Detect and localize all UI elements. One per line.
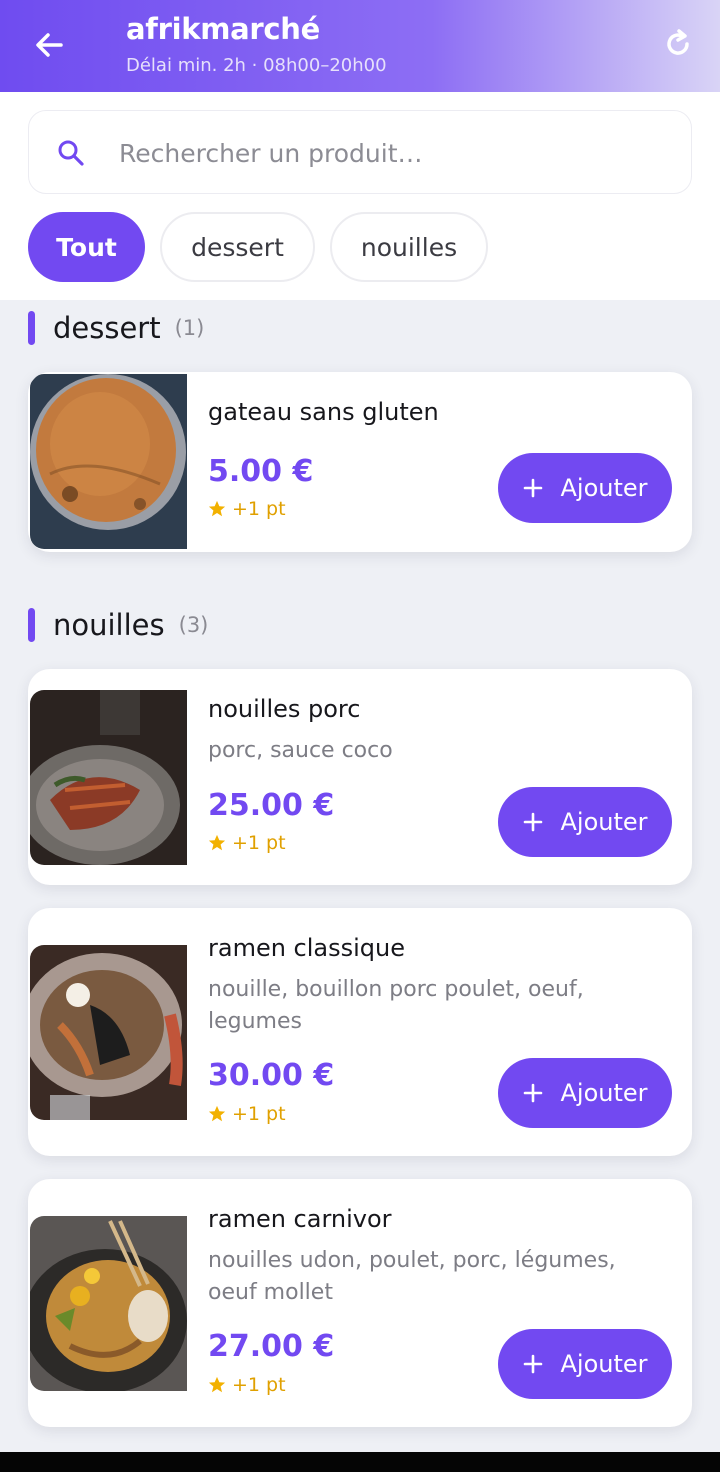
add-to-cart-button[interactable]: Ajouter (498, 787, 672, 857)
store-hours: Délai min. 2h · 08h00–20h00 (126, 55, 387, 76)
product-card[interactable]: nouilles porc porc, sauce coco 25.00 € +… (28, 669, 692, 885)
search-input[interactable] (119, 131, 659, 175)
search-icon (58, 140, 84, 166)
add-button-label: Ajouter (560, 1350, 648, 1378)
section-accent-bar (28, 311, 35, 345)
product-price: 27.00 € (208, 1329, 335, 1364)
loyalty-points: +1 pt (208, 1103, 286, 1125)
product-description: nouille, bouillon porc poulet, oeuf, leg… (208, 977, 584, 1034)
product-card[interactable]: ramen carnivor nouilles udon, poulet, po… (28, 1179, 692, 1427)
product-description: porc, sauce coco (208, 738, 393, 763)
section-header-dessert: dessert (1) (28, 308, 204, 348)
refresh-icon (667, 29, 689, 55)
section-count: (1) (174, 316, 205, 340)
loyalty-points: +1 pt (208, 832, 286, 854)
points-label: +1 pt (232, 498, 286, 520)
section-count: (3) (178, 613, 209, 637)
product-price: 30.00 € (208, 1058, 335, 1093)
search-bar[interactable] (28, 110, 692, 194)
points-label: +1 pt (232, 832, 286, 854)
add-button-label: Ajouter (560, 474, 648, 502)
add-button-label: Ajouter (560, 808, 648, 836)
section-accent-bar (28, 608, 35, 642)
star-icon (208, 1105, 226, 1122)
section-title: nouilles (53, 608, 165, 642)
filter-chip-nouilles[interactable]: nouilles (330, 212, 488, 282)
product-name: ramen carnivor (208, 1205, 392, 1233)
points-label: +1 pt (232, 1374, 286, 1396)
back-button[interactable] (26, 22, 72, 68)
back-arrow-icon (36, 33, 63, 57)
section-title: dessert (53, 311, 161, 345)
product-name: nouilles porc (208, 695, 361, 723)
product-name: gateau sans gluten (208, 398, 439, 426)
star-icon (208, 1376, 226, 1393)
product-price: 25.00 € (208, 788, 335, 823)
add-button-label: Ajouter (560, 1079, 648, 1107)
plus-icon (524, 478, 543, 498)
filter-chip-dessert[interactable]: dessert (160, 212, 315, 282)
add-to-cart-button[interactable]: Ajouter (498, 1329, 672, 1399)
plus-icon (524, 812, 543, 832)
product-price: 5.00 € (208, 454, 314, 489)
product-description: nouilles udon, poulet, porc, légumes, oe… (208, 1248, 616, 1305)
section-header-nouilles: nouilles (3) (28, 605, 208, 645)
product-image (30, 945, 187, 1120)
refresh-button[interactable] (656, 22, 700, 66)
product-image (30, 1216, 187, 1391)
product-image (30, 374, 187, 549)
app-header: afrikmarché Délai min. 2h · 08h00–20h00 (0, 0, 720, 92)
points-label: +1 pt (232, 1103, 286, 1125)
store-title: afrikmarché (126, 12, 321, 46)
filter-chip-tout[interactable]: Tout (28, 212, 145, 282)
product-card[interactable]: gateau sans gluten 5.00 € +1 pt Ajouter (28, 372, 692, 552)
loyalty-points: +1 pt (208, 498, 286, 520)
add-to-cart-button[interactable]: Ajouter (498, 453, 672, 523)
star-icon (208, 500, 226, 517)
product-card[interactable]: ramen classique nouille, bouillon porc p… (28, 908, 692, 1156)
loyalty-points: +1 pt (208, 1374, 286, 1396)
product-image (30, 690, 187, 865)
star-icon (208, 834, 226, 851)
plus-icon (524, 1083, 543, 1103)
system-nav-bar (0, 1452, 720, 1472)
product-name: ramen classique (208, 934, 406, 962)
add-to-cart-button[interactable]: Ajouter (498, 1058, 672, 1128)
plus-icon (524, 1354, 543, 1374)
